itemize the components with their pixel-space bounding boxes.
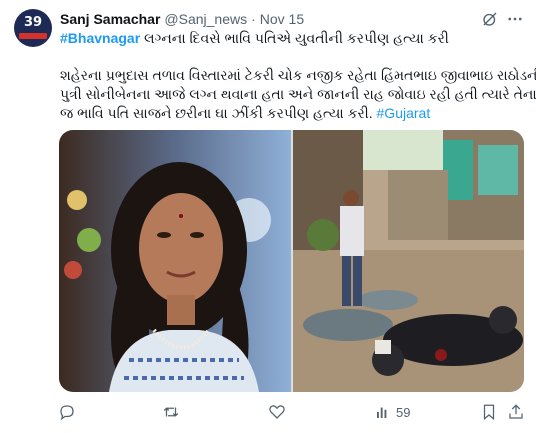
more-icon[interactable] xyxy=(506,10,524,28)
tweet-actions: 59 xyxy=(0,400,536,424)
user-handle[interactable]: @Sanj_news xyxy=(164,11,247,27)
photo-crime-scene[interactable] xyxy=(293,130,524,392)
retweet-button[interactable] xyxy=(162,403,180,421)
reply-button[interactable] xyxy=(58,403,76,421)
body-line-text: જ ભાવિ પતિ સાજને છરીના ઘા ઝીંકી કરપીણ હત… xyxy=(60,105,377,121)
hashtag-bhavnagar[interactable]: #Bhavnagar xyxy=(60,30,140,46)
media-grid xyxy=(59,130,524,392)
views-icon xyxy=(377,407,387,418)
tweet-header: Sanj Samachar @Sanj_news · Nov 15 xyxy=(60,10,304,28)
photo-woman-portrait[interactable] xyxy=(59,130,291,392)
views-count: 59 xyxy=(396,404,411,420)
share-button[interactable] xyxy=(507,403,525,421)
grok-icon[interactable] xyxy=(481,10,499,28)
like-icon xyxy=(269,405,285,419)
body-line: શહેરના પ્રભુદાસ તળાવ વિસ્તારમાં ટેકરી ચો… xyxy=(60,67,536,83)
tweet-title-line: #Bhavnagar લગ્નના દિવસે ભાવિ પતિએ યુવતીન… xyxy=(60,29,449,47)
avatar-logo-strip xyxy=(19,33,47,39)
tweet-title: લગ્નના દિવસે ભાવિ પતિએ યુવતીની કરપીણ હત્… xyxy=(140,30,449,46)
body-line-last: જ ભાવિ પતિ સાજને છરીના ઘા ઝીંકી કરપીણ હત… xyxy=(60,104,530,123)
like-button[interactable] xyxy=(268,403,286,421)
reply-icon xyxy=(60,405,74,421)
display-name[interactable]: Sanj Samachar xyxy=(60,11,160,27)
retweet-icon xyxy=(163,407,179,417)
avatar[interactable]: 39 xyxy=(14,9,52,47)
bookmark-icon xyxy=(483,404,495,421)
tweet-body: શહેરના પ્રભુદાસ તળાવ વિસ્તારમાં ટેકરી ચો… xyxy=(60,66,536,123)
body-line: પુત્રી સોનીબેનના આજે લગ્ન થવાના હતા અને … xyxy=(60,86,536,102)
bookmark-button[interactable] xyxy=(480,403,498,421)
tweet[interactable]: 39 Sanj Samachar @Sanj_news · Nov 15 #Bh… xyxy=(0,0,536,433)
timestamp[interactable]: Nov 15 xyxy=(260,11,304,27)
share-icon xyxy=(509,404,523,419)
separator-dot: · xyxy=(251,11,256,27)
views-button[interactable]: 59 xyxy=(374,403,410,421)
avatar-number: 39 xyxy=(23,15,43,30)
hashtag-gujarat[interactable]: #Gujarat xyxy=(377,105,431,121)
